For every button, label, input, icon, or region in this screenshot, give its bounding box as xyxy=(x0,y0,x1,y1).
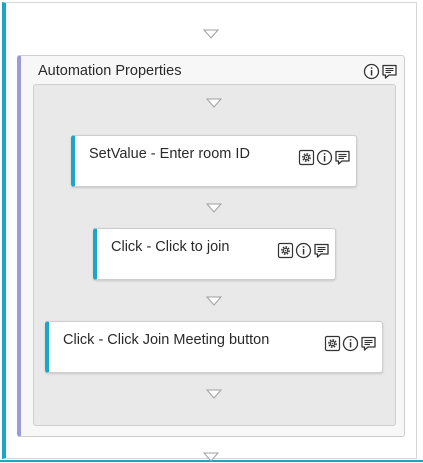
info-icon[interactable] xyxy=(363,63,380,80)
activity-card[interactable]: SetValue - Enter room ID xyxy=(71,135,357,187)
activity-card[interactable]: Click - Click to join xyxy=(93,228,336,280)
drop-point-arrow-icon[interactable] xyxy=(206,296,222,306)
annotation-icon[interactable] xyxy=(334,149,351,166)
drop-point-arrow-icon[interactable] xyxy=(206,389,222,399)
properties-icon[interactable] xyxy=(298,149,315,166)
info-icon[interactable] xyxy=(295,242,312,259)
annotation-icon[interactable] xyxy=(381,63,398,80)
sequence-container[interactable]: Automation Properties SetValue - Enter r… xyxy=(17,55,405,437)
sequence-title: Automation Properties xyxy=(38,63,182,79)
activity-label: Click - Click to join xyxy=(111,239,230,255)
sequence-body: SetValue - Enter room ID Click - Click t… xyxy=(33,84,396,426)
drop-point-arrow-icon[interactable] xyxy=(203,452,219,462)
annotation-icon[interactable] xyxy=(360,335,377,352)
properties-icon[interactable] xyxy=(277,242,294,259)
activity-card[interactable]: Click - Click Join Meeting button xyxy=(45,321,383,373)
activity-icons xyxy=(277,242,330,259)
properties-icon[interactable] xyxy=(324,335,341,352)
drop-point-arrow-icon[interactable] xyxy=(203,29,219,39)
drop-point-arrow-icon[interactable] xyxy=(206,203,222,213)
drop-point-arrow-icon[interactable] xyxy=(206,98,222,108)
activity-label: Click - Click Join Meeting button xyxy=(63,332,270,348)
info-icon[interactable] xyxy=(316,149,333,166)
annotation-icon[interactable] xyxy=(313,242,330,259)
info-icon[interactable] xyxy=(342,335,359,352)
activity-label: SetValue - Enter room ID xyxy=(89,146,250,162)
sequence-icons xyxy=(363,63,398,80)
activity-icons xyxy=(298,149,351,166)
activity-icons xyxy=(324,335,377,352)
